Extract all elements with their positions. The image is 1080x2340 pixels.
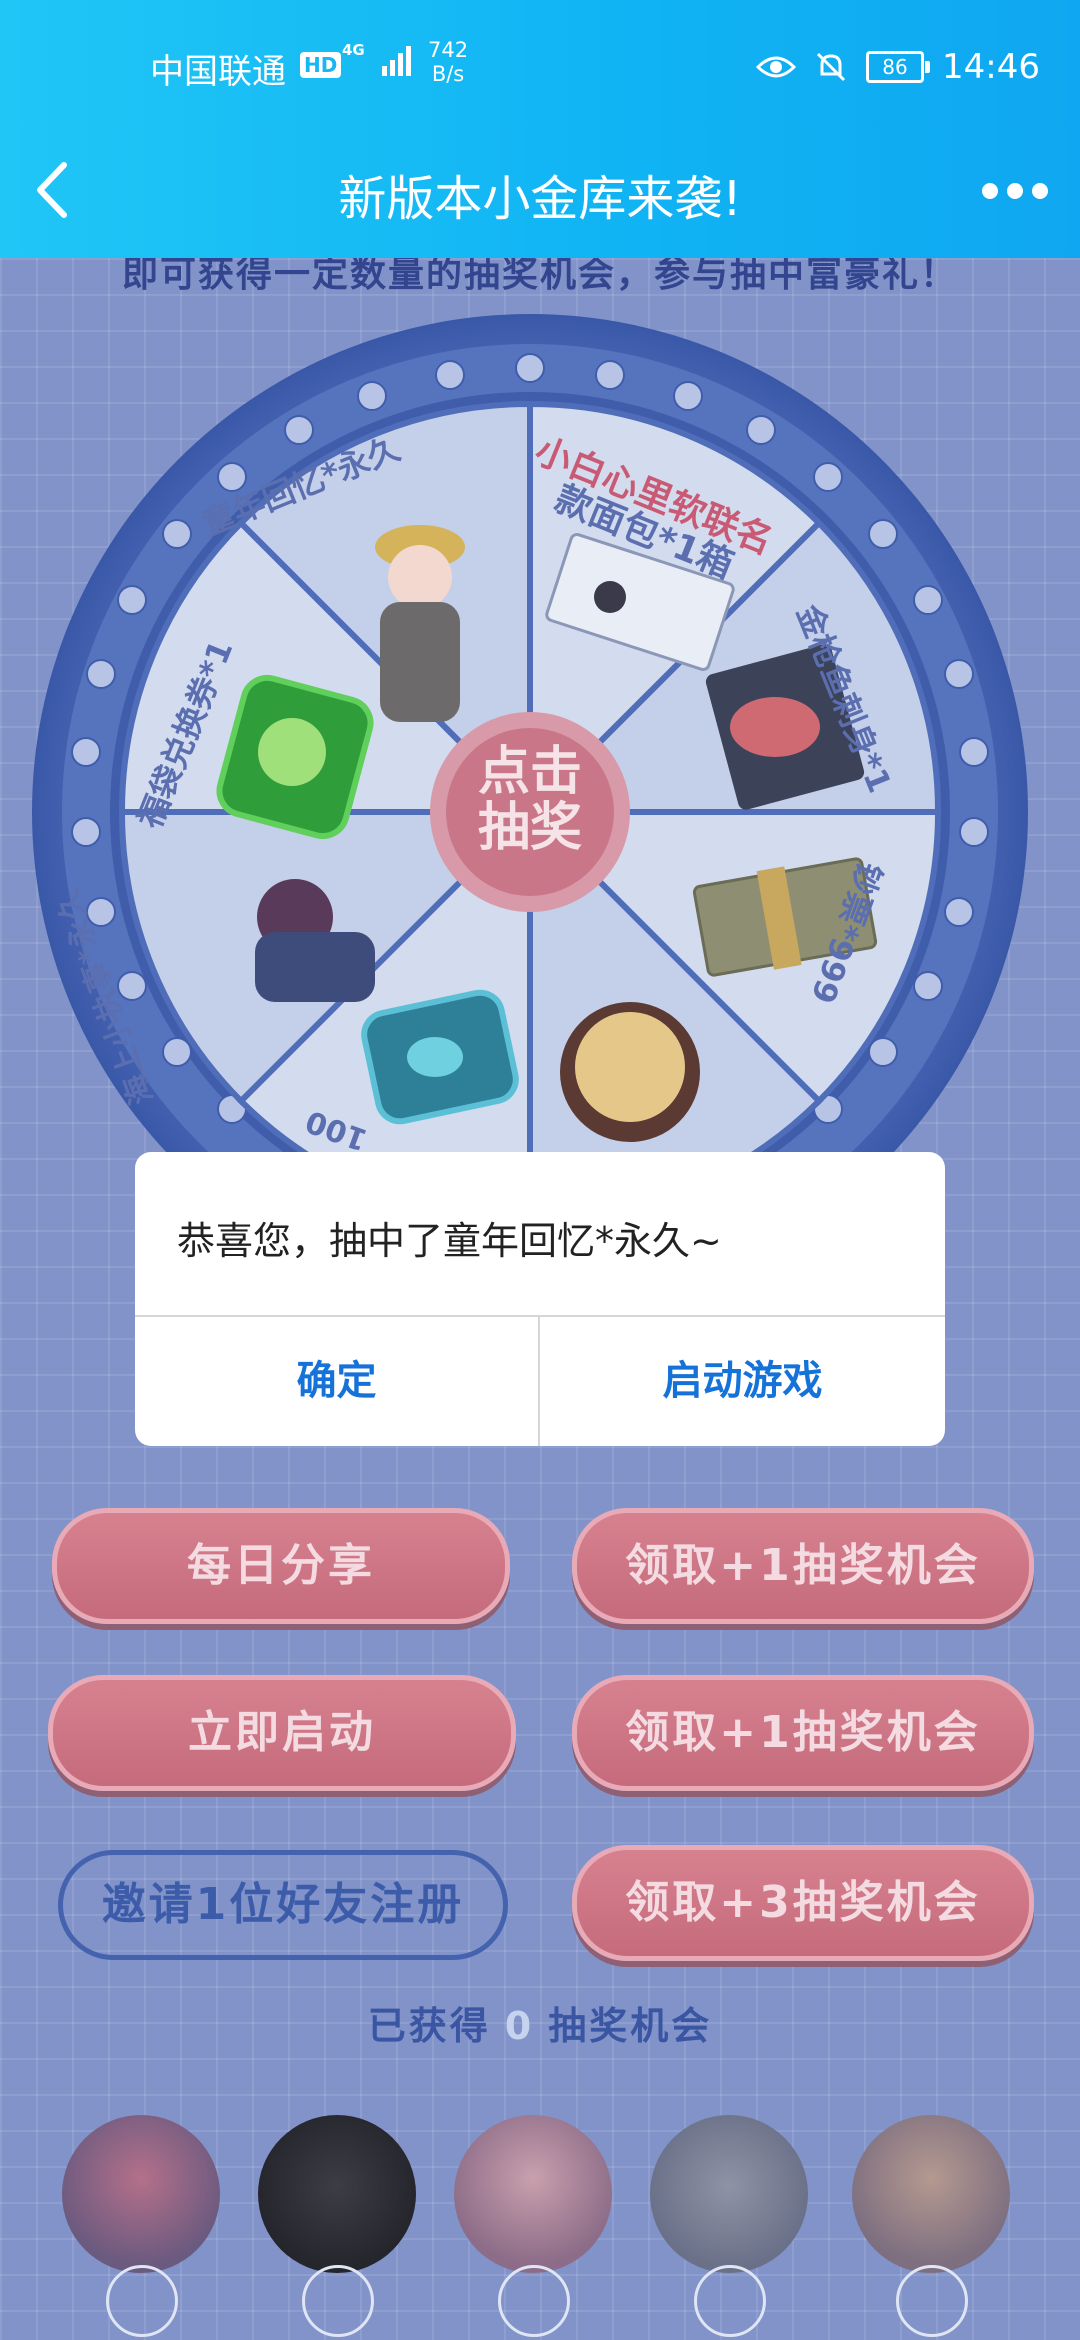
- launch-now-button[interactable]: 立即启动: [48, 1675, 516, 1791]
- spin-button[interactable]: 点击 抽奖: [450, 744, 610, 856]
- hd-badge: HD: [300, 52, 342, 78]
- eye-icon: [756, 56, 797, 78]
- avatar-select-circle[interactable]: [498, 2265, 570, 2337]
- prize-fried-rice-bowl: [560, 1002, 700, 1142]
- network-speed: 742 B/s: [428, 38, 468, 86]
- carrier-name: 中国联通: [150, 52, 286, 92]
- avatar-select-circle[interactable]: [106, 2265, 178, 2337]
- network-speed-value: 742: [428, 38, 469, 62]
- network-type: 4G: [342, 41, 365, 59]
- prize-childhood-character: [375, 525, 465, 722]
- result-dialog: 恭喜您，抽中了童年回忆*永久~ 确定 启动游戏: [135, 1152, 945, 1446]
- chances-prefix: 已获得: [367, 2004, 491, 2048]
- avatar-select-circle[interactable]: [896, 2265, 968, 2337]
- daily-share-button[interactable]: 每日分享: [52, 1508, 510, 1624]
- avatar[interactable]: [454, 2115, 612, 2273]
- avatar[interactable]: [258, 2115, 416, 2273]
- page-title: 新版本小金库来袭!: [338, 171, 742, 227]
- chances-count: 0: [504, 2004, 535, 2048]
- confirm-button[interactable]: 确定: [135, 1317, 538, 1446]
- network-speed-unit: B/s: [431, 62, 465, 86]
- avatar-list: [62, 2115, 1062, 2340]
- avatar[interactable]: [852, 2115, 1010, 2273]
- avatar[interactable]: [650, 2115, 808, 2273]
- more-dots-icon[interactable]: [980, 171, 1050, 211]
- nav-bar: 新版本小金库来袭!: [0, 145, 1080, 235]
- spin-button-line1: 点击: [477, 742, 582, 802]
- clock: 14:46: [942, 47, 1040, 87]
- avatar[interactable]: [62, 2115, 220, 2273]
- claim-chance-button-1[interactable]: 领取+1抽奖机会: [572, 1508, 1034, 1624]
- status-right: 86 14:46: [756, 42, 1040, 92]
- avatar-select-circle[interactable]: [694, 2265, 766, 2337]
- claim-chance-button-3[interactable]: 领取+3抽奖机会: [572, 1845, 1034, 1961]
- chances-suffix: 抽奖机会: [548, 2004, 713, 2048]
- spin-button-line2: 抽奖: [477, 798, 582, 858]
- invite-friend-button[interactable]: 邀请1位好友注册: [58, 1850, 508, 1960]
- launch-game-button[interactable]: 启动游戏: [540, 1317, 945, 1446]
- chances-counter: 已获得 0 抽奖机会: [0, 1995, 1080, 2050]
- status-bar: 中国联通 HD 4G 742 B/s 86 14:46: [150, 34, 1040, 94]
- signal-icon: [382, 46, 411, 76]
- dialog-message: 恭喜您，抽中了童年回忆*永久~: [177, 1219, 722, 1263]
- avatar-select-circle[interactable]: [302, 2265, 374, 2337]
- app-header: 中国联通 HD 4G 742 B/s 86 14:46 新版本小金库来袭!: [0, 0, 1080, 258]
- battery-icon: 86: [866, 51, 931, 83]
- claim-chance-button-2[interactable]: 领取+1抽奖机会: [572, 1675, 1034, 1791]
- mute-bell-icon: [816, 52, 846, 82]
